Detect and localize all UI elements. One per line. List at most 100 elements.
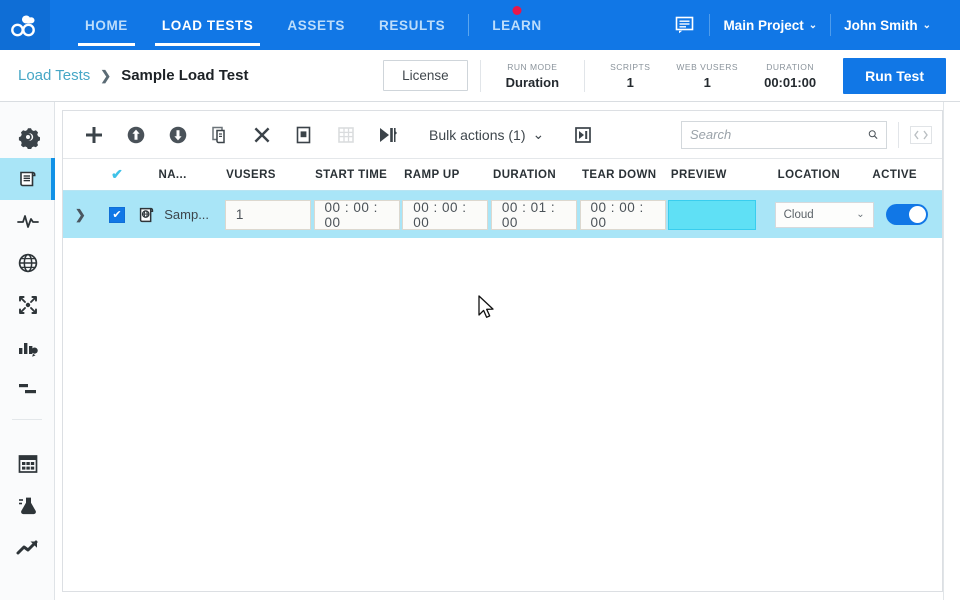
copy-button[interactable] [199, 118, 241, 152]
divider [584, 60, 585, 92]
nav-right-group: Main Project ⌄ John Smith ⌄ [661, 0, 960, 50]
run-test-button[interactable]: Run Test [843, 58, 946, 94]
row-name-cell: Samp... [136, 204, 225, 226]
note-button[interactable] [283, 118, 325, 152]
nav-item-learn[interactable]: LEARN [475, 0, 559, 50]
sidebar-item-scenario[interactable] [0, 158, 55, 200]
active-toggle[interactable] [886, 204, 928, 225]
th-ramp-up[interactable]: RAMP UP [404, 169, 493, 181]
row-name-label: Samp... [164, 207, 209, 222]
sidebar-item-monitoring[interactable] [0, 200, 55, 242]
search-icon[interactable] [868, 127, 878, 142]
stat-label: RUN MODE [506, 62, 559, 72]
ramp-up-input[interactable]: 00 : 00 : 00 [402, 200, 488, 230]
spacer [0, 429, 54, 443]
note-icon [294, 125, 314, 145]
row-active-cell [873, 204, 942, 225]
expand-horizontal-icon [913, 130, 929, 140]
th-start-time[interactable]: START TIME [315, 169, 404, 181]
location-select[interactable]: Cloud ⌄ [775, 202, 874, 228]
stat-label: DURATION [764, 62, 816, 72]
row-checkbox[interactable]: ✔ [98, 207, 137, 223]
nav-item-results[interactable]: RESULTS [362, 0, 462, 50]
app-logo[interactable] [0, 0, 50, 50]
stat-label: WEB VUSERS [676, 62, 738, 72]
table-toolbar: Bulk actions (1) ⌄ [63, 111, 942, 159]
th-duration[interactable]: DURATION [493, 169, 582, 181]
nav-item-home[interactable]: HOME [68, 0, 145, 50]
th-location[interactable]: LOCATION [766, 169, 873, 181]
gear-icon [16, 125, 40, 149]
expand-panel-button[interactable] [910, 126, 932, 144]
bar-chart-pin-icon [16, 335, 40, 359]
sub-header-right: License RUN MODE Duration SCRIPTS 1 WEB … [383, 50, 960, 101]
checkbox-checked-icon[interactable]: ✔ [109, 207, 125, 223]
upload-button[interactable] [115, 118, 157, 152]
sidebar-item-network[interactable] [0, 242, 55, 284]
chevron-down-icon: ⌄ [809, 20, 817, 31]
th-tear-down[interactable]: TEAR DOWN [582, 169, 671, 181]
run-settings-button[interactable] [367, 118, 409, 152]
vusers-input[interactable]: 1 [225, 200, 311, 230]
row-vusers-cell: 1 [225, 200, 314, 230]
license-button[interactable]: License [383, 60, 468, 91]
download-button[interactable] [157, 118, 199, 152]
app-root: HOME LOAD TESTS ASSETS RESULTS LEARN [0, 0, 960, 600]
upload-circle-icon [126, 125, 146, 145]
stat-web-vusers: WEB VUSERS 1 [663, 62, 751, 90]
delete-button[interactable] [241, 118, 283, 152]
preview-bar[interactable] [668, 200, 756, 230]
th-preview[interactable]: PREVIEW [671, 169, 766, 181]
main-nav-items: HOME LOAD TESTS ASSETS RESULTS LEARN [68, 0, 559, 50]
globe-icon [16, 251, 40, 275]
stat-label: SCRIPTS [610, 62, 650, 72]
project-selector[interactable]: Main Project ⌄ [710, 18, 830, 33]
sidebar-item-analytics[interactable] [0, 326, 55, 368]
th-vusers[interactable]: VUSERS [226, 169, 315, 181]
chevron-down-icon: ⌄ [532, 126, 544, 143]
sidebar-item-timeline[interactable] [0, 368, 55, 410]
add-button[interactable] [73, 118, 115, 152]
tear-down-input[interactable]: 00 : 00 : 00 [580, 200, 666, 230]
document-scroll-icon [16, 167, 40, 191]
nav-item-assets[interactable]: ASSETS [270, 0, 362, 50]
flask-icon [16, 494, 40, 518]
nav-divider [468, 14, 469, 36]
calendar-grid-icon [16, 452, 40, 476]
spacer [0, 102, 54, 116]
nav-item-label: HOME [85, 18, 128, 33]
bulk-actions-dropdown[interactable]: Bulk actions (1) ⌄ [429, 126, 544, 143]
left-sidebar [0, 102, 55, 600]
row-duration-cell: 00 : 01 : 00 [491, 200, 580, 230]
sidebar-item-integrations[interactable] [0, 284, 55, 326]
start-time-input[interactable]: 00 : 00 : 00 [314, 200, 400, 230]
top-navigation-bar: HOME LOAD TESTS ASSETS RESULTS LEARN [0, 0, 960, 50]
search-box[interactable] [681, 121, 887, 149]
th-name[interactable]: NA... [136, 169, 226, 181]
row-expand-button[interactable]: ❯ [63, 207, 98, 223]
copy-icon [210, 125, 230, 145]
sidebar-item-lab[interactable] [0, 485, 55, 527]
cloud-infinity-logo-icon [8, 10, 42, 40]
search-input[interactable] [690, 127, 868, 142]
mouse-cursor [478, 295, 496, 321]
sidebar-item-settings[interactable] [0, 116, 55, 158]
sidebar-item-trends[interactable] [0, 527, 55, 569]
breadcrumb-root[interactable]: Load Tests [18, 67, 90, 84]
th-active[interactable]: ACTIVE [872, 169, 942, 181]
table-grid-icon [336, 125, 356, 145]
messages-button[interactable] [661, 16, 709, 34]
nav-item-label: ASSETS [287, 18, 345, 33]
divider [898, 122, 899, 148]
table-button[interactable] [325, 118, 367, 152]
sidebar-item-grid[interactable] [0, 443, 55, 485]
nav-item-label: LOAD TESTS [162, 18, 254, 33]
nav-item-load-tests[interactable]: LOAD TESTS [145, 0, 271, 50]
user-menu[interactable]: John Smith ⌄ [831, 18, 944, 33]
divider [480, 60, 481, 92]
chevron-down-icon: ⌄ [856, 209, 864, 220]
duration-input[interactable]: 00 : 01 : 00 [491, 200, 577, 230]
th-select-all[interactable]: ✔ [98, 166, 137, 183]
table-row[interactable]: ❯ ✔ Samp... 1 00 : 00 : 00 [63, 191, 942, 238]
template-button[interactable] [562, 118, 604, 152]
